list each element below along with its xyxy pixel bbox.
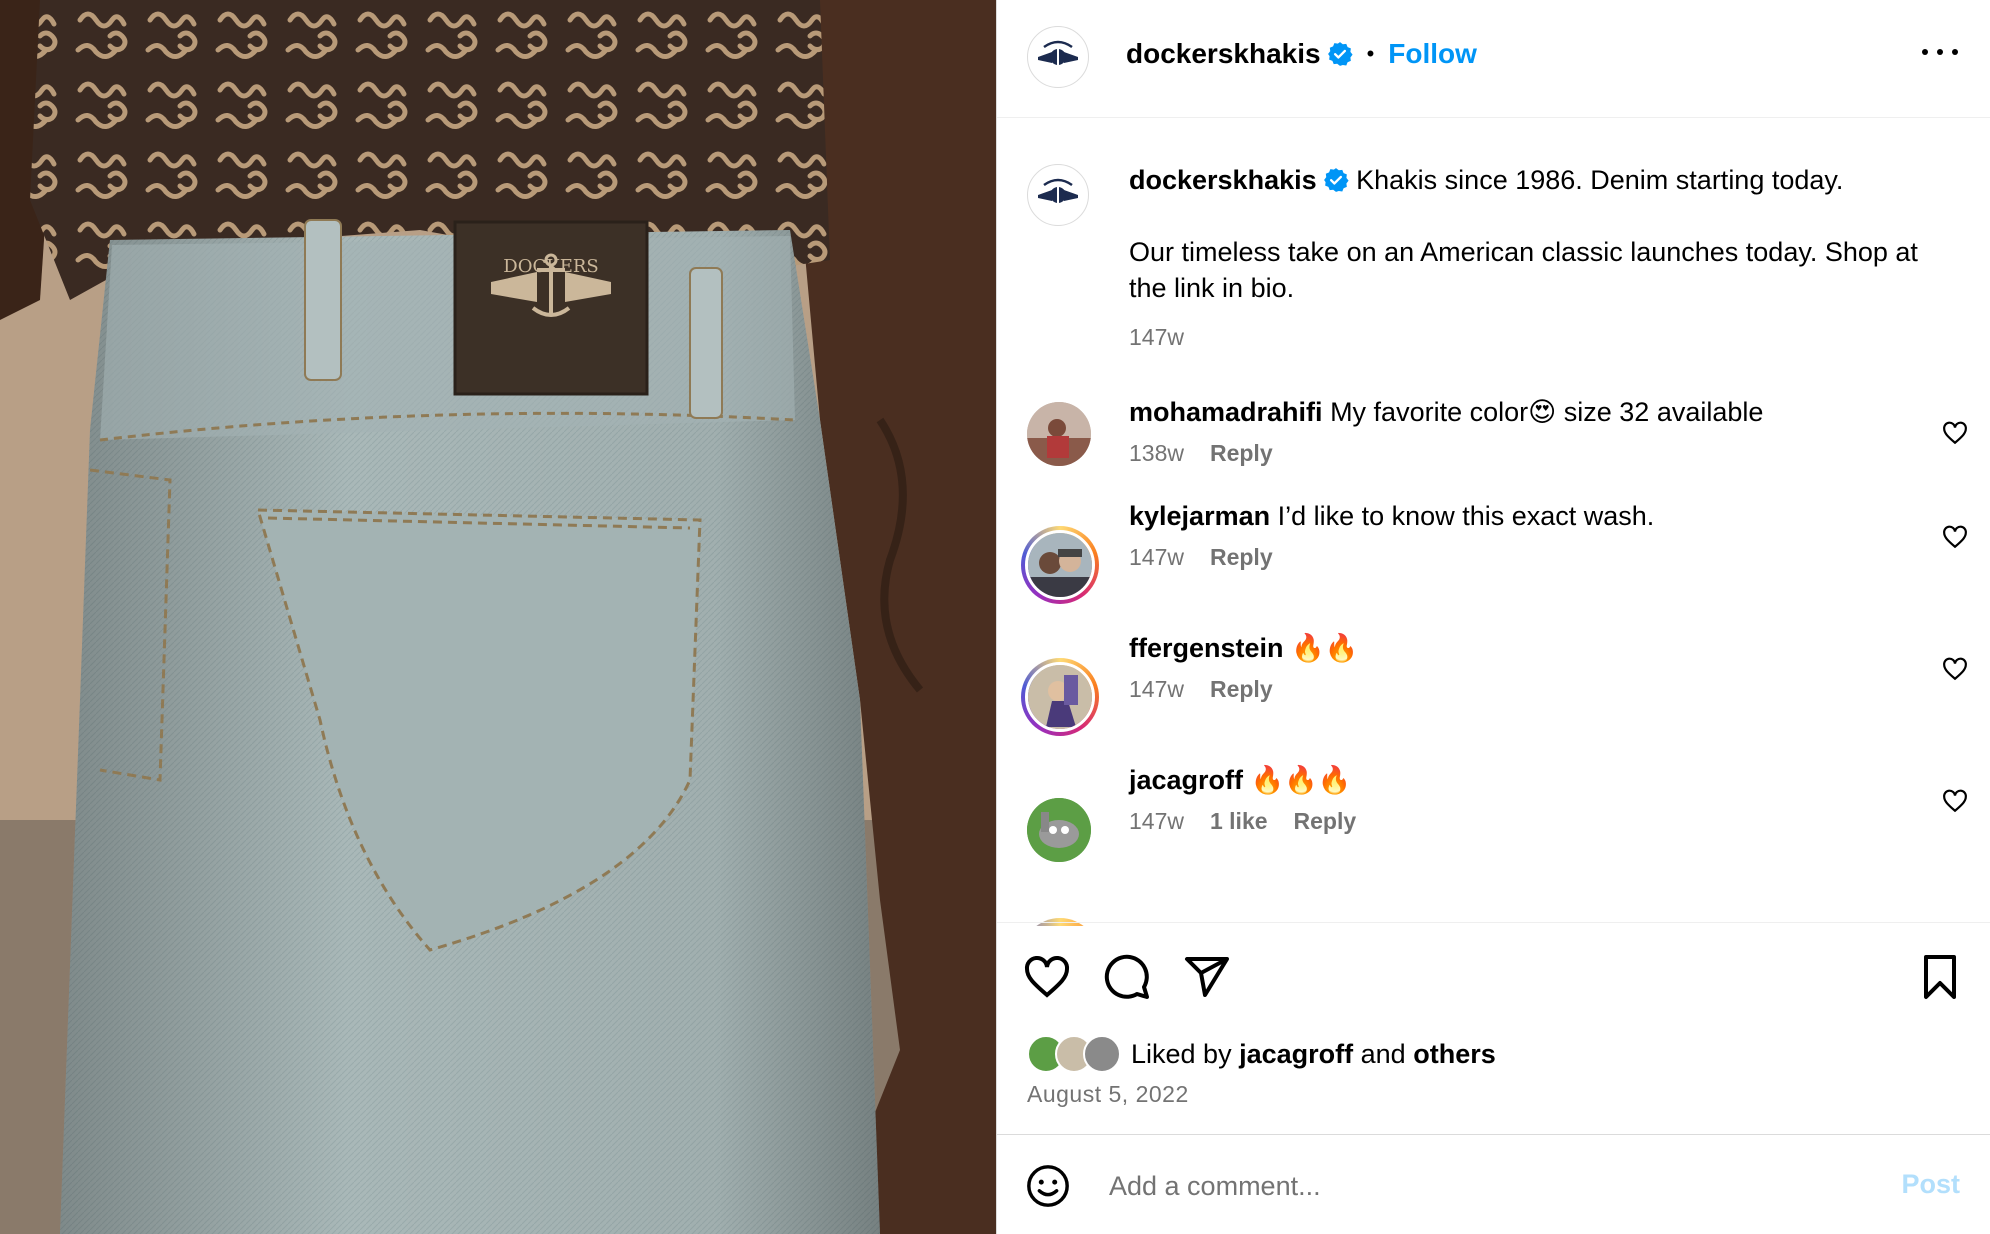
comment-username[interactable]: mohamadrahifi (1129, 397, 1323, 427)
comment-text: mohamadrahifi My favorite color😍 size 32… (1129, 394, 1949, 430)
post-photo[interactable]: DOCKERS (0, 0, 996, 1234)
comment-body: 🔥🔥🔥 (1250, 765, 1352, 795)
header-separator: • (1366, 41, 1375, 66)
caption-username[interactable]: dockerskhakis (1129, 165, 1317, 195)
avatar-photo (1028, 665, 1092, 729)
caption-avatar[interactable] (1027, 164, 1089, 226)
comment-body: I’d like to know this exact wash. (1277, 501, 1655, 531)
reply-button[interactable]: Reply (1210, 440, 1273, 467)
label-brand-text: DOCKERS (503, 256, 598, 277)
liked-prefix: Liked by (1131, 1038, 1232, 1069)
comment-time[interactable]: 147w (1129, 808, 1184, 835)
comment-meta: 147w 1 like Reply (1129, 808, 1356, 835)
comment-username[interactable]: ffergenstein (1129, 633, 1284, 663)
comment-likes-count[interactable]: 1 like (1210, 808, 1268, 835)
caption-line1: Khakis since 1986. Denim starting today. (1356, 165, 1844, 195)
comment-text: jacagroff 🔥🔥🔥 (1129, 762, 1949, 798)
comment-body: My favorite color😍 size 32 available (1330, 397, 1764, 427)
dockers-logo-icon (1038, 178, 1078, 207)
add-comment-input[interactable] (1107, 1165, 1811, 1207)
follow-button[interactable]: Follow (1388, 38, 1477, 70)
comment-body: 🔥🔥 (1291, 633, 1359, 663)
avatar-photo (1028, 533, 1092, 597)
avatar-photo (1027, 402, 1091, 466)
jeans-photo-illustration: DOCKERS (0, 0, 996, 1234)
header-username[interactable]: dockerskhakis (1126, 38, 1321, 70)
comment-username[interactable]: kylejarman (1129, 501, 1270, 531)
more-options-button[interactable] (1922, 42, 1958, 62)
like-comment-heart-icon[interactable] (1942, 420, 1968, 446)
add-comment-bar: Post (997, 1134, 1990, 1234)
comment-time[interactable]: 147w (1129, 676, 1184, 703)
save-bookmark-icon[interactable] (1916, 953, 1964, 1001)
dockers-logo-icon (1038, 40, 1078, 69)
comment-bubble-icon[interactable] (1103, 953, 1151, 1001)
header-user: dockerskhakis • Follow (1126, 38, 1477, 70)
post-comment-button[interactable]: Post (1901, 1169, 1960, 1200)
liked-by: Liked by jacagroff and others (1027, 1035, 1496, 1073)
comment-time[interactable]: 147w (1129, 544, 1184, 571)
liked-and: and (1360, 1038, 1406, 1069)
post-side-panel: dockerskhakis • Follow dockerskhakis Kha… (996, 0, 1990, 1234)
more-dot-icon (1937, 49, 1943, 55)
comment-avatar[interactable] (1027, 402, 1091, 466)
emoji-smiley-icon[interactable] (1025, 1163, 1071, 1209)
verified-badge-icon (1323, 168, 1349, 192)
comment-text: ffergenstein 🔥🔥 (1129, 630, 1949, 666)
verified-badge-icon (1327, 42, 1353, 66)
more-dot-icon (1952, 49, 1958, 55)
comment-meta: 147w Reply (1129, 544, 1273, 571)
comment-avatar[interactable] (1021, 658, 1099, 736)
more-dot-icon (1922, 49, 1928, 55)
caption-text: dockerskhakis Khakis since 1986. Denim s… (1129, 162, 1949, 306)
reply-button[interactable]: Reply (1294, 808, 1357, 835)
post-header: dockerskhakis • Follow (997, 0, 1990, 118)
comment-meta: 138w Reply (1129, 440, 1273, 467)
liked-user[interactable]: jacagroff (1239, 1039, 1353, 1070)
avatar-photo (1027, 798, 1091, 862)
like-heart-icon[interactable] (1023, 953, 1071, 1001)
like-comment-heart-icon[interactable] (1942, 524, 1968, 550)
reply-button[interactable]: Reply (1210, 544, 1273, 571)
share-paper-plane-icon[interactable] (1183, 953, 1231, 1001)
caption-meta: 147w (1129, 324, 1184, 351)
comment-avatar[interactable] (1027, 798, 1091, 862)
comments-list[interactable]: dockerskhakis Khakis since 1986. Denim s… (997, 118, 1990, 926)
post-actions: Liked by jacagroff and others August 5, … (997, 922, 1990, 1134)
comment-meta: 147w Reply (1129, 676, 1273, 703)
comment-time[interactable]: 138w (1129, 440, 1184, 467)
reply-button[interactable]: Reply (1210, 676, 1273, 703)
comment-avatar[interactable] (1021, 526, 1099, 604)
liked-others[interactable]: others (1413, 1039, 1496, 1070)
liker-avatar (1083, 1035, 1121, 1073)
caption-line2: Our timeless take on an American classic… (1129, 237, 1918, 303)
comment-username[interactable]: jacagroff (1129, 765, 1243, 795)
caption-time[interactable]: 147w (1129, 324, 1184, 351)
like-comment-heart-icon[interactable] (1942, 788, 1968, 814)
instagram-post: DOCKERS dockerskhakis • Follow dockerskh… (0, 0, 1990, 1234)
post-date[interactable]: August 5, 2022 (1027, 1081, 1189, 1108)
comment-text: kylejarman I’d like to know this exact w… (1129, 498, 1949, 534)
account-avatar[interactable] (1027, 26, 1089, 88)
like-comment-heart-icon[interactable] (1942, 656, 1968, 682)
